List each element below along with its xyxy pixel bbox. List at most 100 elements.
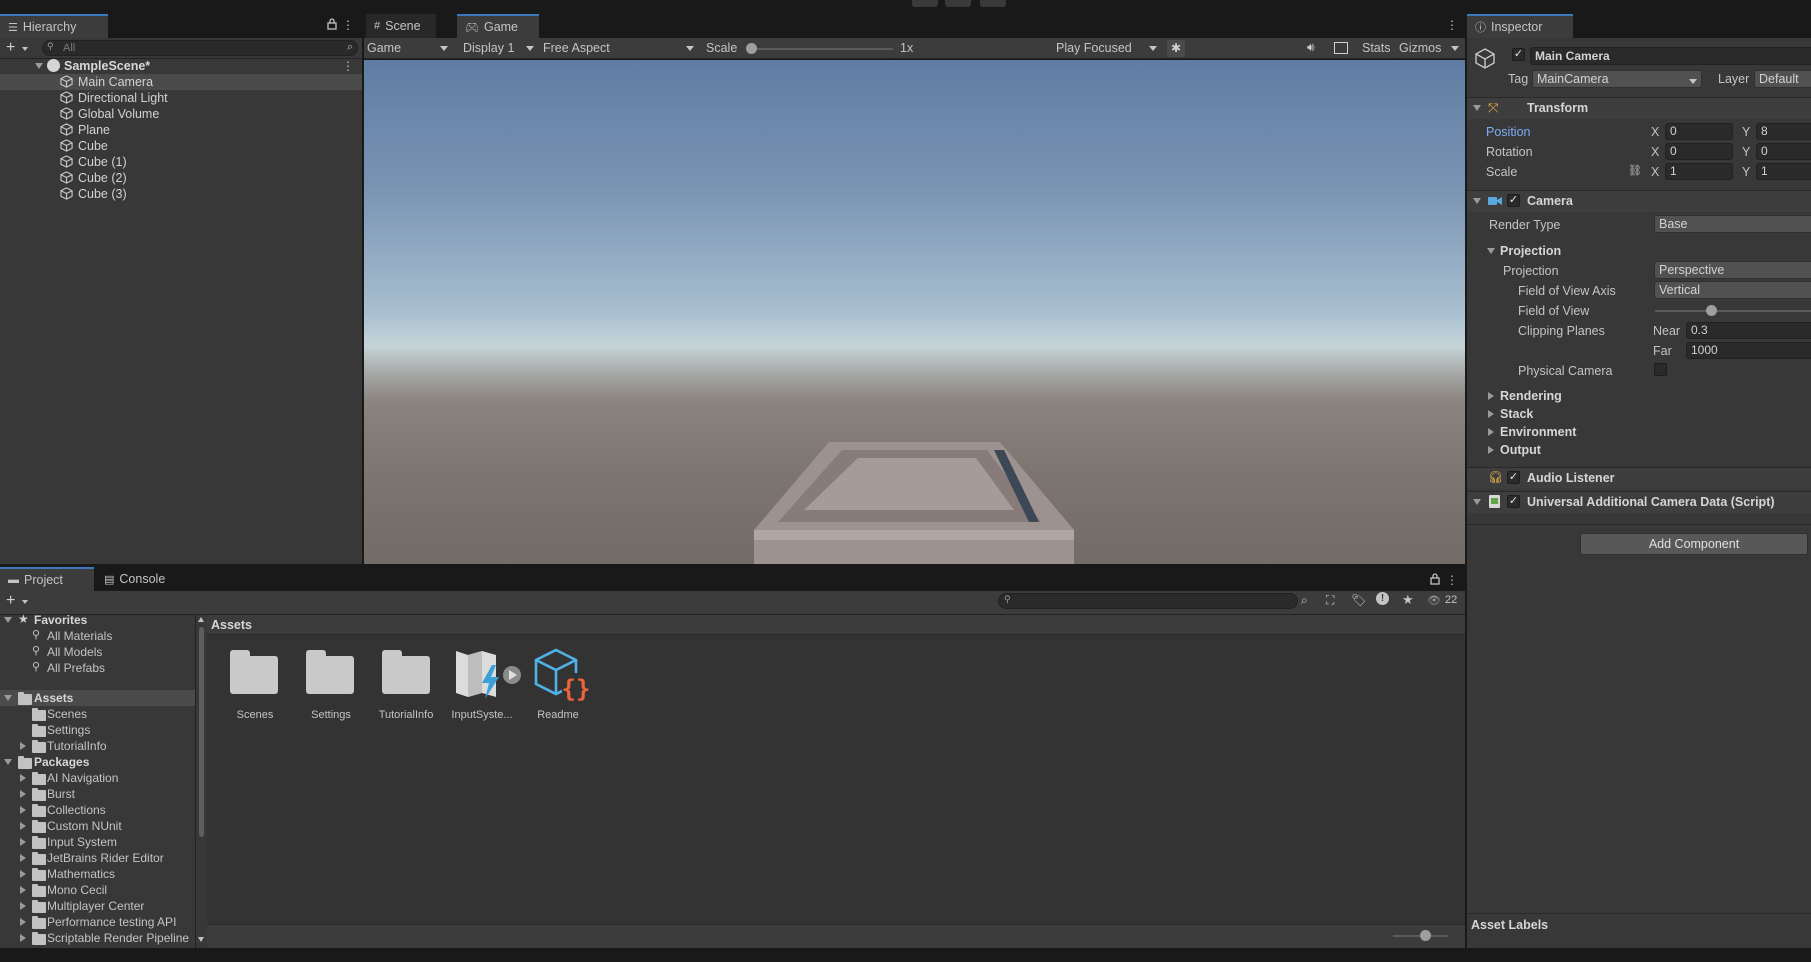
- star-icon[interactable]: ★: [1402, 592, 1414, 608]
- settings-folder-icon[interactable]: [306, 650, 354, 694]
- search-options-icon[interactable]: ⌕: [347, 41, 353, 54]
- packages-foldout-icon[interactable]: [4, 759, 12, 765]
- hierarchy-item[interactable]: Cube: [0, 138, 362, 154]
- packages-row[interactable]: Packages: [0, 754, 195, 770]
- tab-scene[interactable]: # Scene: [366, 14, 436, 38]
- add-component-button[interactable]: Add Component: [1580, 533, 1808, 555]
- fov-axis-dropdown[interactable]: Vertical: [1654, 281, 1811, 299]
- urp-data-foldout-icon[interactable]: [1473, 499, 1481, 505]
- tree-foldout-icon[interactable]: [20, 838, 26, 846]
- favorite-item[interactable]: ⚲ All Models: [0, 644, 195, 660]
- audio-listener-checkbox[interactable]: ✓: [1507, 471, 1520, 484]
- section-foldout-icon[interactable]: [1488, 446, 1494, 454]
- object-name-field[interactable]: Main Camera: [1530, 47, 1811, 65]
- game-menu-icon[interactable]: ⋮: [1446, 18, 1458, 32]
- rotation-x-field[interactable]: 0: [1665, 143, 1733, 160]
- create-dropdown-arrow-icon[interactable]: [22, 600, 28, 604]
- readme-asset-icon[interactable]: {}: [534, 647, 594, 703]
- tab-hierarchy[interactable]: ☰ Hierarchy: [0, 14, 108, 38]
- game-viewport[interactable]: [364, 60, 1465, 564]
- add-icon[interactable]: +: [6, 40, 15, 56]
- package-item[interactable]: Input System: [0, 834, 195, 850]
- scene-menu-icon[interactable]: ⋮: [342, 59, 354, 73]
- transform-header[interactable]: [1467, 97, 1811, 119]
- section-foldout-icon[interactable]: [1488, 428, 1494, 436]
- gameobject-icon[interactable]: [1473, 46, 1497, 70]
- package-item[interactable]: Performance testing API: [0, 914, 195, 930]
- game-mode-dropdown[interactable]: Game: [364, 38, 452, 58]
- assets-foldout-icon[interactable]: [4, 695, 12, 701]
- asset-folder-item[interactable]: TutorialInfo: [0, 738, 195, 754]
- asset-grid-item-label[interactable]: Settings: [296, 709, 366, 721]
- asset-grid-item-label[interactable]: InputSyste...: [447, 709, 517, 721]
- tutorialinfo-folder-icon[interactable]: [382, 650, 430, 694]
- hierarchy-item[interactable]: Cube (3): [0, 186, 362, 202]
- icon-size-slider-thumb[interactable]: [1420, 930, 1431, 941]
- package-item[interactable]: Scriptable Render Pipeline: [0, 930, 195, 946]
- asset-grid-item-label[interactable]: Readme: [523, 709, 593, 721]
- render-type-dropdown[interactable]: Base: [1654, 215, 1811, 233]
- hierarchy-item[interactable]: Global Volume: [0, 106, 362, 122]
- scale-y-field[interactable]: 1: [1756, 163, 1811, 180]
- lock-icon[interactable]: [1430, 573, 1440, 585]
- camera-section-stack[interactable]: Stack: [1500, 407, 1533, 421]
- favorite-item[interactable]: ⚲ All Prefabs: [0, 660, 195, 676]
- camera-section-environment[interactable]: Environment: [1500, 425, 1576, 439]
- scale-slider-track[interactable]: [748, 48, 893, 50]
- bug-icon[interactable]: ✱: [1167, 40, 1185, 57]
- tree-foldout-icon[interactable]: [20, 886, 26, 894]
- add-dropdown-arrow-icon[interactable]: [22, 47, 28, 51]
- tree-foldout-icon[interactable]: [20, 854, 26, 862]
- favorites-foldout-icon[interactable]: [4, 617, 12, 623]
- hierarchy-item[interactable]: Main Camera: [0, 74, 362, 90]
- search-by-type-icon[interactable]: ⌕: [1301, 593, 1308, 608]
- package-item[interactable]: Burst: [0, 786, 195, 802]
- section-foldout-icon[interactable]: [1488, 392, 1494, 400]
- asset-labels-title[interactable]: Asset Labels: [1471, 918, 1548, 932]
- layer-dropdown[interactable]: Default: [1754, 70, 1811, 88]
- hierarchy-item[interactable]: Cube (1): [0, 154, 362, 170]
- tree-foldout-icon[interactable]: [20, 934, 26, 942]
- step-button[interactable]: [980, 0, 1006, 7]
- tree-scrollbar[interactable]: [195, 615, 207, 948]
- scene-foldout-icon[interactable]: [35, 63, 43, 69]
- asset-folder-item[interactable]: Settings: [0, 722, 195, 738]
- far-field[interactable]: 1000: [1686, 342, 1811, 359]
- tag-filter-icon[interactable]: 🏷︎: [1351, 593, 1366, 607]
- play-button[interactable]: [912, 0, 938, 7]
- transform-foldout-icon[interactable]: [1473, 105, 1481, 111]
- project-search-input[interactable]: ⚲: [998, 593, 1298, 609]
- assets-row[interactable]: Assets: [0, 690, 195, 706]
- tree-foldout-icon[interactable]: [20, 822, 26, 830]
- scenes-folder-icon[interactable]: [230, 650, 278, 694]
- urp-data-checkbox[interactable]: ✓: [1507, 495, 1520, 508]
- project-menu-icon[interactable]: ⋮: [1446, 573, 1458, 587]
- object-active-checkbox[interactable]: ✓: [1512, 48, 1525, 61]
- tree-foldout-icon[interactable]: [20, 742, 26, 750]
- asset-folder-item[interactable]: Scenes: [0, 706, 195, 722]
- hierarchy-item[interactable]: Cube (2): [0, 170, 362, 186]
- safe-area-icon[interactable]: [1334, 42, 1348, 54]
- camera-section-rendering[interactable]: Rendering: [1500, 389, 1562, 403]
- favorites-row[interactable]: ★ Favorites: [0, 612, 195, 628]
- tree-foldout-icon[interactable]: [20, 870, 26, 878]
- physical-camera-checkbox[interactable]: [1654, 363, 1667, 376]
- gizmos-button[interactable]: Gizmos: [1399, 41, 1441, 55]
- pause-button[interactable]: [945, 0, 971, 7]
- tag-dropdown[interactable]: MainCamera: [1532, 70, 1702, 88]
- position-y-field[interactable]: 8: [1756, 123, 1811, 140]
- tree-foldout-icon[interactable]: [20, 774, 26, 782]
- fov-slider-track[interactable]: [1655, 310, 1811, 312]
- hierarchy-item[interactable]: Plane: [0, 122, 362, 138]
- create-icon[interactable]: +: [6, 593, 15, 609]
- scale-slider-thumb[interactable]: [746, 43, 757, 54]
- camera-enabled-checkbox[interactable]: ✓: [1507, 194, 1520, 207]
- tab-game[interactable]: 🎮︎ Game: [457, 14, 539, 38]
- warning-filter-icon[interactable]: !: [1376, 592, 1389, 605]
- tab-inspector[interactable]: ⓘ Inspector: [1467, 14, 1573, 38]
- section-foldout-icon[interactable]: [1488, 410, 1494, 418]
- projection-section-foldout-icon[interactable]: [1487, 248, 1495, 254]
- input-system-asset-icon[interactable]: [452, 647, 524, 701]
- scale-x-field[interactable]: 1: [1665, 163, 1733, 180]
- filter-type-icon[interactable]: ⛶: [1326, 593, 1334, 608]
